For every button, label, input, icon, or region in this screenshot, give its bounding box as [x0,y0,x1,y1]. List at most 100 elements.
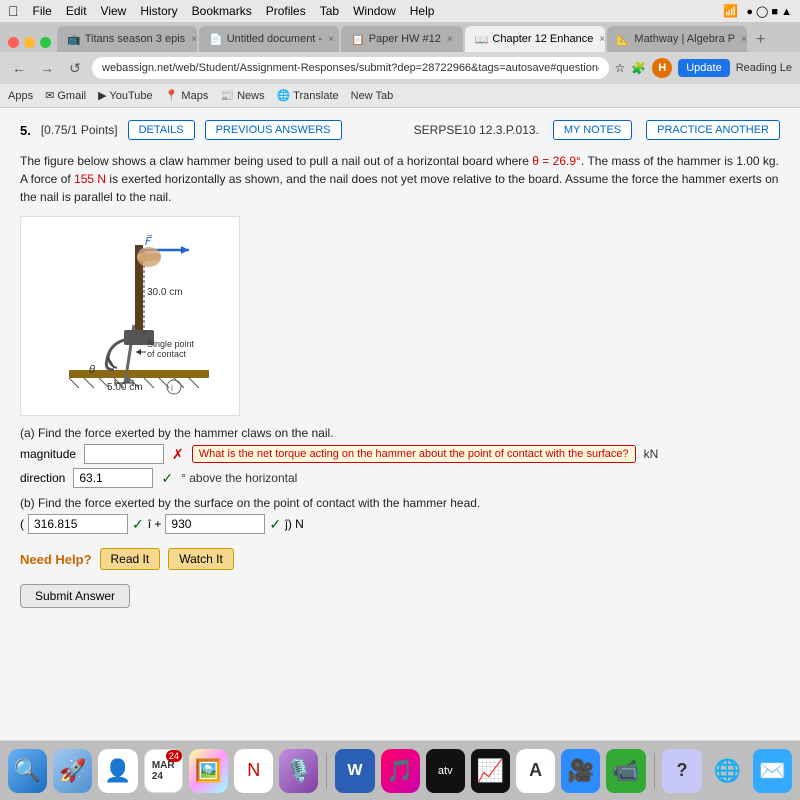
need-help-row: Need Help? Read It Watch It [20,548,780,570]
profile-avatar[interactable]: H [652,58,672,78]
open-paren: ( [20,517,24,531]
help-icon: ? [677,760,688,781]
menu-help[interactable]: Help [410,4,435,18]
apple-menu[interactable]:  [8,3,19,19]
tab-favicon-titans: 📺 [67,33,81,46]
facetime-icon: 📹 [612,758,639,784]
bookmark-star-icon[interactable]: ☆ [615,61,626,75]
read-it-button[interactable]: Read It [100,548,161,570]
maximize-window-button[interactable] [40,37,51,48]
dock-photos[interactable]: 🖼️ [189,749,228,793]
mail-icon: ✉️ [759,758,786,784]
tab-bar: 📺 Titans season 3 epis × 📄 Untitled docu… [0,22,800,52]
svg-text:F⃗: F⃗ [144,234,152,248]
menu-file[interactable]: File [33,4,52,18]
direction-label: direction [20,471,65,485]
tab-close-mathway[interactable]: × [741,34,747,45]
launchpad-icon: 🚀 [59,758,86,784]
dock-podcasts[interactable]: 🎙️ [279,749,318,793]
update-button[interactable]: Update [678,59,729,77]
dock-appletv[interactable]: atv [426,749,465,793]
extensions-icon[interactable]: 🧩 [631,61,646,75]
minimize-window-button[interactable] [24,37,35,48]
font-icon: A [529,760,542,781]
j-component-input[interactable] [165,514,265,534]
dock-calendar[interactable]: MAR24 24 [144,749,183,793]
reading-le-indicator: Reading Le [736,62,792,74]
submit-button[interactable]: Submit Answer [20,584,130,608]
svg-text:Single point: Single point [147,339,195,349]
dock-font[interactable]: A [516,749,555,793]
bookmark-maps[interactable]: 📍 Maps [165,89,209,102]
direction-row: direction ✓ ° above the horizontal [20,468,780,488]
tab-close-chapter12[interactable]: × [599,34,604,45]
tab-close-paperhw[interactable]: × [447,34,453,45]
new-tab-button[interactable]: + [749,28,773,52]
tab-close-titans[interactable]: × [191,34,197,45]
word-icon: W [347,762,362,780]
bookmark-youtube[interactable]: ▶ YouTube [98,89,153,102]
dock-facetime[interactable]: 📹 [606,749,645,793]
tab-mathway[interactable]: 📐 Mathway | Algebra P × [607,26,747,52]
dock-zoom[interactable]: 🎥 [561,749,600,793]
tab-titans[interactable]: 📺 Titans season 3 epis × [57,26,197,52]
tab-chapter12[interactable]: 📖 Chapter 12 Enhance × [465,26,605,52]
zoom-icon: 🎥 [567,758,594,784]
bookmark-translate[interactable]: 🌐 Translate [277,89,339,102]
forward-button[interactable]: → [36,57,58,79]
tab-label-titans: Titans season 3 epis [85,33,185,45]
dock-word[interactable]: W [335,749,374,793]
menu-bookmarks[interactable]: Bookmarks [192,4,252,18]
tab-favicon-untitled: 📄 [209,33,223,46]
bookmark-newtab[interactable]: New Tab [351,90,394,102]
menu-view[interactable]: View [101,4,127,18]
wifi-icon: 📶 [723,4,738,18]
hammer-figure: F⃗ 30.0 cm θ Single point of contact 5.0… [20,216,240,416]
calendar-badge: 24 [166,750,182,762]
direction-input[interactable] [73,468,153,488]
tab-paperhw[interactable]: 📋 Paper HW #12 × [341,26,463,52]
traffic-lights [4,33,55,52]
address-input[interactable] [92,57,609,79]
tab-favicon-paperhw: 📋 [351,33,365,46]
figure-container: F⃗ 30.0 cm θ Single point of contact 5.0… [20,216,780,416]
bookmark-news[interactable]: 📰 News [220,89,264,102]
close-window-button[interactable] [8,37,19,48]
reload-button[interactable]: ↺ [64,57,86,79]
photos-icon: 🖼️ [195,758,222,784]
part-b-label: (b) Find the force exerted by the surfac… [20,496,780,510]
dock-chrome[interactable]: 🌐 [708,749,747,793]
details-button[interactable]: DETAILS [128,120,195,140]
dock-music[interactable]: 🎵 [381,749,420,793]
magnitude-input[interactable] [84,444,164,464]
news-icon: N [247,760,260,781]
practice-another-button[interactable]: PRACTICE ANOTHER [646,120,780,140]
bookmark-apps[interactable]: Apps [8,90,33,102]
bookmarks-bar: Apps ✉ Gmail ▶ YouTube 📍 Maps 📰 News 🌐 T… [0,84,800,108]
menu-tab[interactable]: Tab [320,4,339,18]
tab-label-paperhw: Paper HW #12 [369,33,441,45]
back-button[interactable]: ← [8,57,30,79]
bookmark-gmail[interactable]: ✉ Gmail [45,89,86,102]
tab-untitled[interactable]: 📄 Untitled document - × [199,26,339,52]
dock-contacts[interactable]: 👤 [98,749,137,793]
magnitude-tooltip: What is the net torque acting on the ham… [192,445,636,463]
dock-separator-2 [654,753,655,789]
dock-news[interactable]: N [234,749,273,793]
menu-history[interactable]: History [140,4,177,18]
dock-mail[interactable]: ✉️ [753,749,792,793]
watch-it-button[interactable]: Watch It [168,548,234,570]
dock-launchpad[interactable]: 🚀 [53,749,92,793]
prev-answers-button[interactable]: PREVIOUS ANSWERS [205,120,342,140]
menu-edit[interactable]: Edit [66,4,87,18]
dock-help[interactable]: ? [662,749,701,793]
tab-close-untitled[interactable]: × [328,34,334,45]
menu-profiles[interactable]: Profiles [266,4,306,18]
menu-window[interactable]: Window [353,4,396,18]
part-a-label: (a) Find the force exerted by the hammer… [20,426,780,440]
dock-finder[interactable]: 🔍 [8,749,47,793]
my-notes-button[interactable]: MY NOTES [553,120,632,140]
problem-text: The figure below shows a claw hammer bei… [20,152,780,206]
dock-stocks[interactable]: 📈 [471,749,510,793]
i-component-input[interactable] [28,514,128,534]
